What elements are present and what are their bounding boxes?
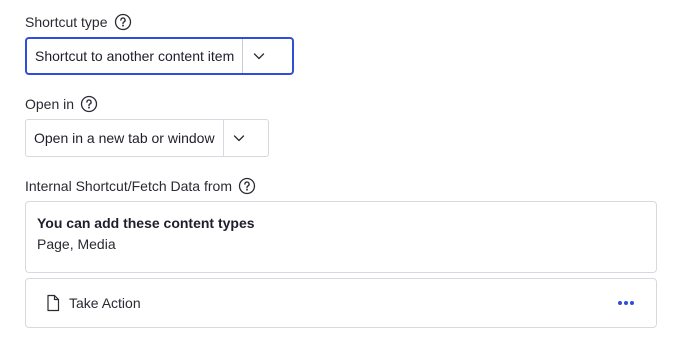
internal-shortcut-label-row: Internal Shortcut/Fetch Data from	[25, 177, 256, 195]
open-in-label-row: Open in	[25, 95, 98, 113]
shortcut-settings-form: Shortcut type Shortcut to another conten…	[0, 0, 695, 350]
linked-item-row[interactable]: Take Action	[25, 278, 657, 328]
allowed-types-list: Page, Media	[37, 236, 116, 252]
shortcut-type-select[interactable]: Shortcut to another content item	[25, 37, 294, 75]
more-horizontal-icon[interactable]	[616, 298, 636, 308]
chevron-down-icon[interactable]	[242, 39, 274, 73]
linked-item-label[interactable]: Take Action	[69, 295, 616, 311]
allowed-types-title: You can add these content types	[37, 215, 255, 231]
open-in-label: Open in	[25, 96, 75, 112]
allowed-content-types-box: You can add these content types Page, Me…	[25, 201, 657, 273]
help-circle-icon[interactable]	[238, 177, 256, 195]
shortcut-type-label-row: Shortcut type	[25, 13, 132, 31]
help-circle-icon[interactable]	[114, 13, 132, 31]
shortcut-type-label: Shortcut type	[25, 14, 108, 30]
chevron-down-icon[interactable]	[222, 120, 255, 156]
open-in-value: Open in a new tab or window	[34, 130, 215, 146]
document-icon	[45, 294, 61, 312]
internal-shortcut-label: Internal Shortcut/Fetch Data from	[25, 178, 232, 194]
open-in-select[interactable]: Open in a new tab or window	[25, 119, 269, 157]
shortcut-type-value: Shortcut to another content item	[35, 48, 235, 64]
help-circle-icon[interactable]	[80, 95, 98, 113]
